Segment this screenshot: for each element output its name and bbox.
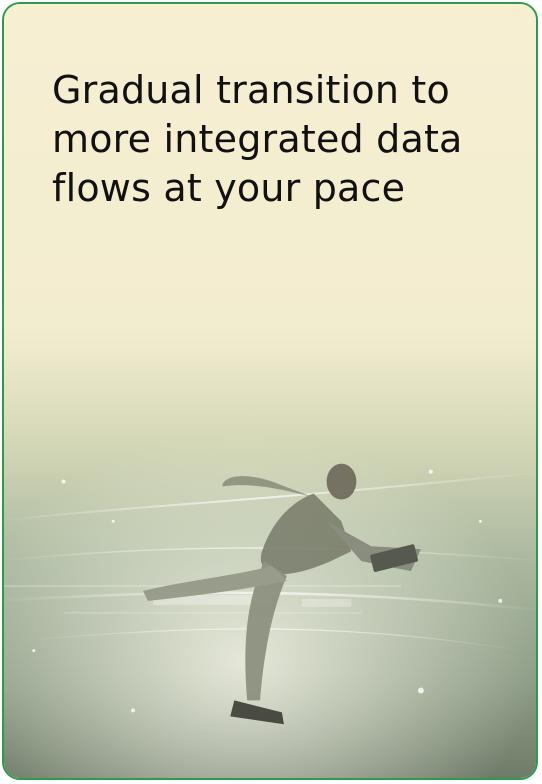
- card-headline: Gradual transition to more integrated da…: [52, 68, 463, 210]
- promo-card[interactable]: Gradual transition to more integrated da…: [2, 2, 538, 780]
